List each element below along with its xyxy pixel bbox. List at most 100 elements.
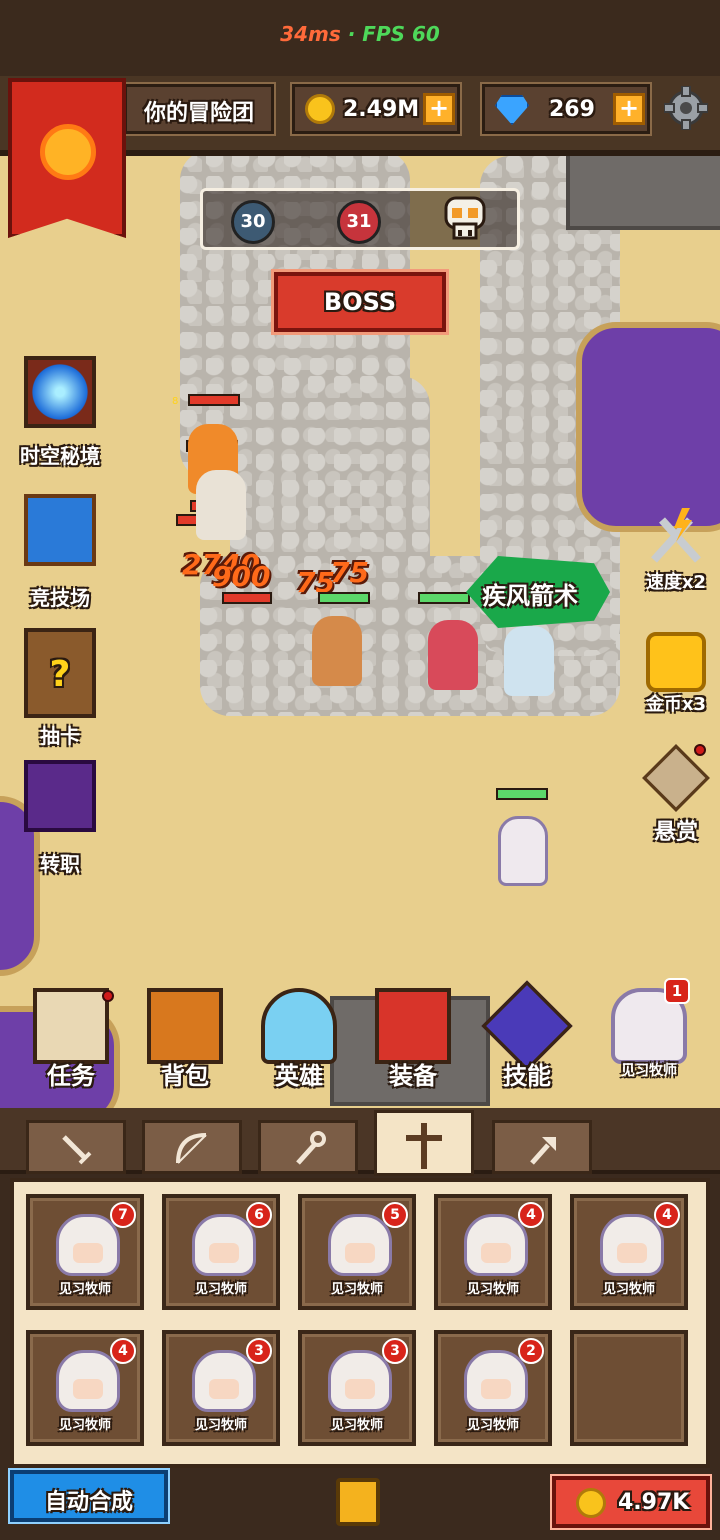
side-button-arena[interactable]: 竞技场 [10, 494, 110, 610]
side-button-portal[interactable]: 时空秘境 [10, 356, 110, 468]
hero-mage [504, 626, 554, 696]
priest-portrait [464, 1350, 528, 1412]
trash-icon[interactable] [336, 1478, 380, 1526]
poison-pool [576, 322, 720, 532]
bounty-button[interactable]: 悬赏 [636, 744, 716, 845]
menu-quests[interactable]: 任务 [16, 984, 126, 1104]
boss-button-label: BOSS [323, 288, 397, 316]
speed-label: 速度x2 [645, 572, 707, 593]
equipment-icon [375, 988, 451, 1064]
wave-prev: 30 [231, 200, 275, 244]
tab-mage[interactable] [258, 1120, 358, 1174]
menu-heroes[interactable]: 英雄 [244, 984, 354, 1104]
diamond-icon [495, 95, 529, 125]
side-button-class-change[interactable]: 转职 [10, 760, 110, 876]
hero-knight [312, 616, 362, 686]
priest-portrait [328, 1214, 392, 1276]
slot-hero-name: 见习牧师 [58, 1418, 111, 1433]
enemy-hp-bar [222, 592, 272, 604]
priest-portrait [192, 1214, 256, 1276]
damage-number: 900 [212, 560, 271, 593]
buy-cost: 4.97K [618, 1490, 690, 1515]
quest-scroll-icon [33, 988, 109, 1064]
priest-portrait [56, 1350, 120, 1412]
fps-text: FPS 60 [362, 22, 440, 46]
slot-level-badge: 5 [382, 1202, 408, 1228]
latency-text: 34ms [280, 22, 341, 46]
side-label-card-draw: 抽卡 [40, 724, 80, 748]
tab-berserker[interactable] [492, 1120, 592, 1174]
gold-boost-icon [646, 632, 706, 692]
inventory-slot[interactable]: 3 见习牧师 [298, 1330, 416, 1446]
menu-label-equipment: 装备 [389, 1062, 437, 1090]
add-gems-button[interactable]: + [613, 93, 645, 125]
team-name-box[interactable]: 你的冒险团 [122, 82, 276, 136]
slot-hero-name: 见习牧师 [58, 1282, 111, 1297]
menu-equipment[interactable]: 装备 [358, 984, 468, 1104]
backpack-icon [147, 988, 223, 1064]
slot-level-badge: 4 [518, 1202, 544, 1228]
gold-boost-button[interactable]: 金币x3 [636, 632, 716, 722]
hero-hp-bar [496, 788, 548, 800]
menu-backpack[interactable]: 背包 [130, 984, 240, 1104]
inventory-slot[interactable]: 3 见习牧师 [162, 1330, 280, 1446]
bounty-alert-dot [694, 744, 706, 756]
tab-warrior[interactable] [26, 1120, 126, 1174]
gold-boost-label: 金币x3 [645, 694, 707, 715]
slot-level-badge: 6 [246, 1202, 272, 1228]
side-label-portal: 时空秘境 [20, 444, 100, 468]
gold-amount: 2.49M [343, 97, 420, 122]
inventory-slot[interactable]: 4 见习牧师 [434, 1194, 552, 1310]
menu-skills[interactable]: 技能 [472, 980, 582, 1104]
menu-label-heroes: 英雄 [275, 1062, 323, 1090]
auto-merge-button[interactable]: 自动合成 [8, 1468, 170, 1524]
staff-icon [296, 1131, 326, 1165]
level-tag: 8 [172, 396, 179, 407]
buy-hero-button[interactable]: 4.97K [550, 1474, 712, 1530]
slot-level-badge: 3 [382, 1338, 408, 1364]
slot-level-badge: 4 [654, 1202, 680, 1228]
boss-button[interactable]: BOSS [271, 269, 449, 335]
inventory-slot[interactable]: 2 见习牧师 [434, 1330, 552, 1446]
gem-amount: 269 [549, 97, 595, 122]
bounty-label: 悬赏 [653, 820, 698, 845]
slot-hero-name: 见习牧师 [330, 1282, 383, 1297]
side-label-class-change: 转职 [40, 852, 80, 876]
add-gold-button[interactable]: + [423, 93, 455, 125]
inventory-slot[interactable]: 5 见习牧师 [298, 1194, 416, 1310]
gem-counter: 269 + [480, 82, 652, 136]
tab-archer[interactable] [142, 1120, 242, 1174]
ruined-wall [566, 150, 720, 230]
menu-priest-hero[interactable]: 1 见习牧师 [594, 978, 704, 1104]
inventory-slot[interactable]: 4 见习牧师 [26, 1330, 144, 1446]
slot-level-badge: 3 [246, 1338, 272, 1364]
sun-emblem-icon [40, 124, 96, 180]
inventory-slot-empty[interactable] [570, 1330, 688, 1446]
gold-coin-icon [576, 1488, 606, 1518]
priest-portrait [464, 1214, 528, 1276]
inventory-slot[interactable]: 4 见习牧师 [570, 1194, 688, 1310]
gold-counter: 2.49M + [290, 82, 462, 136]
tab-priest[interactable] [374, 1110, 474, 1176]
sword-icon [62, 1135, 92, 1165]
slot-level-badge: 4 [110, 1338, 136, 1364]
cross-icon [406, 1123, 442, 1169]
auto-merge-label: 自动合成 [44, 1490, 133, 1515]
hero-priest [498, 816, 548, 886]
class-change-icon [24, 760, 96, 832]
priest-portrait [600, 1214, 664, 1276]
priest-portrait [328, 1350, 392, 1412]
slot-hero-name: 见习牧师 [466, 1282, 519, 1297]
inventory-slot[interactable]: 6 见习牧师 [162, 1194, 280, 1310]
settings-gear-icon[interactable] [664, 86, 708, 130]
speed-boost-button[interactable]: 速度x2 [636, 508, 716, 598]
wave-current: 31 [337, 200, 381, 244]
hero-hp-bar [318, 592, 370, 604]
speed-icon [651, 508, 701, 563]
side-button-card-draw[interactable]: ? 抽卡 [10, 628, 110, 748]
slot-hero-name: 见习牧师 [194, 1282, 247, 1297]
inventory-slot[interactable]: 7 见习牧师 [26, 1194, 144, 1310]
enemy-hp-bar [188, 394, 240, 406]
enemy-mummy [196, 470, 246, 540]
axe-icon [530, 1137, 556, 1165]
